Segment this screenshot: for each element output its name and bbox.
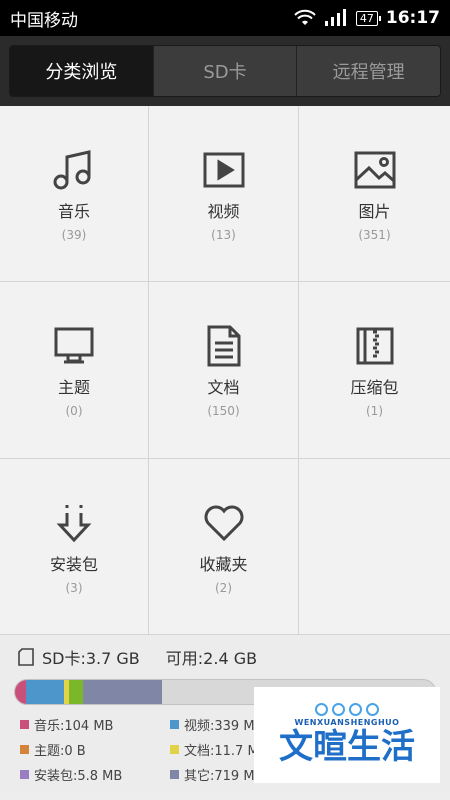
category-count: (351) <box>358 228 391 242</box>
document-icon <box>207 325 240 367</box>
watermark-logo: WENXUANSHENGHUO 文暄生活 <box>254 687 440 783</box>
sd-card-summary: SD卡:3.7 GB 可用:2.4 GB <box>14 635 436 679</box>
legend-theme: 主题:0 B <box>20 740 170 759</box>
category-count: (3) <box>65 581 83 595</box>
category-theme[interactable]: 主题 (0) <box>0 282 149 459</box>
watermark-subtitle: WENXUANSHENGHUO <box>294 718 400 727</box>
heart-icon <box>204 505 243 542</box>
category-label: 压缩包 <box>350 378 399 397</box>
video-icon <box>203 152 244 188</box>
usage-segment-install <box>68 680 83 704</box>
music-icon <box>53 150 91 190</box>
category-video[interactable]: 视频 (13) <box>149 106 299 282</box>
category-label: 收藏夹 <box>199 555 248 574</box>
bubble-dots-icon <box>315 703 379 716</box>
battery-icon: 47 <box>355 10 381 26</box>
signal-icon <box>324 9 346 26</box>
theme-icon <box>54 327 94 364</box>
category-music[interactable]: 音乐 (39) <box>0 106 149 282</box>
status-indicators: 47 16:17 <box>294 8 440 28</box>
category-label: 文档 <box>207 378 240 397</box>
status-bar: 中国移动 47 16:17 <box>0 0 450 36</box>
category-count: (39) <box>61 228 87 242</box>
sd-card-capacity: SD卡:3.7 GB <box>42 649 140 668</box>
empty-cell <box>299 459 450 635</box>
category-label: 安装包 <box>49 555 98 574</box>
category-count: (0) <box>65 404 83 418</box>
tab-bar: 分类浏览 SD卡 远程管理 <box>0 36 450 106</box>
category-count: (1) <box>366 404 383 418</box>
clock: 16:17 <box>385 8 440 28</box>
legend-install: 安装包:5.8 MB <box>20 765 170 784</box>
category-favorites[interactable]: 收藏夹 (2) <box>149 459 299 635</box>
tab-remote-management[interactable]: 远程管理 <box>296 46 440 96</box>
usage-segment-music <box>15 680 27 704</box>
usage-segment-other <box>82 680 162 704</box>
wifi-icon <box>294 9 316 25</box>
usage-segment-video <box>26 680 64 704</box>
category-install[interactable]: 安装包 (3) <box>0 459 149 635</box>
sd-card-icon <box>18 648 34 666</box>
storage-panel: SD卡:3.7 GB 可用:2.4 GB 音乐:104 MB 视频:339 MB… <box>0 635 450 799</box>
category-image[interactable]: 图片 (351) <box>299 106 450 282</box>
tab-group: 分类浏览 SD卡 远程管理 <box>9 45 441 97</box>
category-count: (2) <box>215 581 232 595</box>
carrier-name: 中国移动 <box>10 10 78 31</box>
image-icon <box>354 151 395 189</box>
category-label: 视频 <box>207 202 240 221</box>
archive-icon <box>356 327 393 365</box>
category-grid: 音乐 (39) 视频 (13) 图片 (351) 主题 (0) 文档 (150)… <box>0 106 450 635</box>
category-document[interactable]: 文档 (150) <box>149 282 299 459</box>
category-count: (150) <box>207 404 240 418</box>
sd-card-free: 可用:2.4 GB <box>165 649 258 668</box>
category-count: (13) <box>211 228 236 242</box>
watermark-title: 文暄生活 <box>279 727 415 767</box>
tab-category-browse[interactable]: 分类浏览 <box>10 46 153 96</box>
category-archive[interactable]: 压缩包 (1) <box>299 282 450 459</box>
tab-sd-card[interactable]: SD卡 <box>152 46 297 96</box>
category-label: 图片 <box>358 202 391 221</box>
category-label: 主题 <box>57 378 90 397</box>
install-icon <box>56 505 92 543</box>
legend-music: 音乐:104 MB <box>20 715 170 734</box>
category-label: 音乐 <box>57 202 90 221</box>
